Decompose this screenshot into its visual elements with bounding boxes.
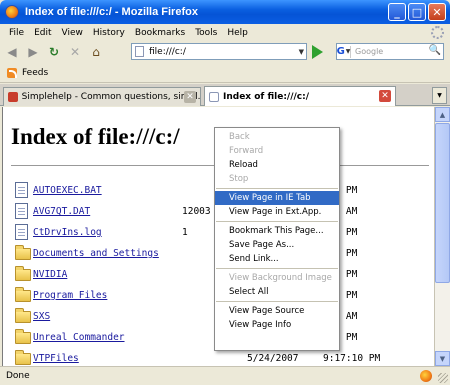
entry-link[interactable]: AUTOEXEC.BAT [33, 185, 102, 196]
google-engine-icon[interactable]: G ▼ [336, 45, 351, 58]
feed-icon [7, 67, 17, 78]
url-dropdown-icon[interactable]: ▼ [299, 48, 304, 56]
tab-favicon-icon [209, 91, 219, 102]
menu-separator [216, 268, 338, 269]
forward-button[interactable]: ▶ [24, 43, 42, 61]
page-title: Index of file:///c:/ [11, 124, 180, 149]
entry-link[interactable]: VTPFiles [33, 353, 79, 364]
tab-list-button[interactable]: ▼ [432, 87, 447, 104]
tab-index-c[interactable]: Index of file:///c:/ ✕ [204, 86, 396, 106]
entry-link[interactable]: AVG7QT.DAT [33, 206, 90, 217]
vertical-scrollbar[interactable]: ▲ ▼ [434, 107, 450, 366]
list-item: VTPFiles 5/24/2007 9:17:10 PM [15, 350, 434, 366]
ctx-select-all[interactable]: Select All [215, 285, 339, 299]
search-icon[interactable]: 🔍 [429, 45, 441, 56]
scroll-thumb[interactable] [435, 123, 450, 283]
ctx-reload[interactable]: Reload [215, 158, 339, 172]
entry-time: 9:17:10 PM [323, 353, 381, 364]
folder-icon [15, 245, 31, 260]
ctx-save-page-as[interactable]: Save Page As... [215, 238, 339, 252]
scroll-up-button[interactable]: ▲ [435, 107, 450, 122]
tab-label: Simplehelp - Common questions, simpl... [21, 92, 200, 102]
throbber-icon [431, 26, 444, 39]
ctx-stop: Stop [229, 174, 249, 184]
stop-button[interactable]: ✕ [66, 43, 84, 61]
title-bar: Index of file:///c:/ - Mozilla Firefox _… [0, 0, 450, 24]
ctx-view-in-ie-tab[interactable]: View Page in IE Tab [215, 191, 339, 205]
ctx-back: Back [229, 132, 250, 142]
feeds-bookmark[interactable]: Feeds [22, 68, 48, 78]
tab-close-icon[interactable]: ✕ [379, 90, 391, 102]
entry-link[interactable]: SXS [33, 311, 50, 322]
entry-link[interactable]: Documents and Settings [33, 248, 159, 259]
back-button[interactable]: ◀ [3, 43, 21, 61]
file-icon [15, 224, 28, 240]
go-button[interactable] [312, 45, 323, 59]
menu-separator [216, 301, 338, 302]
status-text: Done [6, 371, 30, 381]
entry-size: 12003 [182, 206, 211, 217]
menu-separator [216, 188, 338, 189]
window-title: Index of file:///c:/ - Mozilla Firefox [25, 6, 198, 18]
entry-link[interactable]: Unreal Commander [33, 332, 125, 343]
entry-link[interactable]: NVIDIA [33, 269, 67, 280]
home-button[interactable]: ⌂ [87, 43, 105, 61]
search-input[interactable]: Google [355, 47, 383, 56]
page-icon [135, 46, 144, 57]
window-controls: _ □ ✕ [388, 3, 446, 21]
menu-help[interactable]: Help [222, 28, 253, 38]
context-menu: Back Forward Reload Stop View Page in IE… [214, 127, 340, 351]
folder-icon [15, 266, 31, 281]
entry-size: 1 [182, 227, 188, 238]
menu-history[interactable]: History [88, 28, 130, 38]
menu-bar: File Edit View History Bookmarks Tools H… [0, 24, 450, 41]
ctx-send-link[interactable]: Send Link... [215, 252, 339, 266]
menu-edit[interactable]: Edit [29, 28, 56, 38]
entry-link[interactable]: CtDrvIns.log [33, 227, 102, 238]
tab-close-icon[interactable]: ✕ [184, 91, 196, 103]
menu-view[interactable]: View [57, 28, 88, 38]
ctx-view-background-image: View Background Image [229, 273, 332, 283]
ctx-forward: Forward [229, 146, 264, 156]
tab-label: Index of file:///c:/ [223, 91, 310, 102]
file-icon [15, 182, 28, 198]
folder-icon [15, 329, 31, 344]
url-text[interactable]: file:///c:/ [149, 47, 186, 57]
folder-icon [15, 287, 31, 302]
firefox-logo-icon [5, 5, 19, 19]
search-box[interactable]: G ▼ Google 🔍 [336, 43, 444, 60]
ctx-bookmark-page[interactable]: Bookmark This Page... [215, 224, 339, 238]
tab-bar: Simplehelp - Common questions, simpl... … [0, 84, 450, 106]
menu-separator [216, 221, 338, 222]
navigation-toolbar: ◀ ▶ ↻ ✕ ⌂ file:///c:/ ▼ G ▼ Google 🔍 [0, 41, 450, 63]
tab-simplehelp[interactable]: Simplehelp - Common questions, simpl... … [3, 87, 201, 106]
firefox-status-icon [420, 370, 432, 382]
ctx-view-page-source[interactable]: View Page Source [215, 304, 339, 318]
entry-date: 5/24/2007 [247, 353, 299, 364]
close-button[interactable]: ✕ [428, 3, 446, 21]
maximize-button[interactable]: □ [408, 3, 426, 21]
reload-button[interactable]: ↻ [45, 43, 63, 61]
ctx-view-in-ext-app[interactable]: View Page in Ext.App. [215, 205, 339, 219]
bookmarks-toolbar: Feeds [0, 63, 450, 83]
resize-grip[interactable] [438, 373, 448, 383]
folder-icon [15, 308, 31, 323]
url-bar[interactable]: file:///c:/ ▼ [131, 43, 307, 60]
status-bar: Done [0, 366, 450, 385]
minimize-button[interactable]: _ [388, 3, 406, 21]
scroll-down-button[interactable]: ▼ [435, 351, 450, 366]
menu-file[interactable]: File [4, 28, 29, 38]
engine-letter: G [336, 46, 345, 57]
tab-favicon-icon [8, 92, 18, 102]
ctx-view-page-info[interactable]: View Page Info [215, 318, 339, 332]
engine-dropdown-icon: ▼ [345, 48, 351, 55]
menu-bookmarks[interactable]: Bookmarks [130, 28, 190, 38]
folder-icon [15, 350, 31, 365]
file-icon [15, 203, 28, 219]
menu-tools[interactable]: Tools [190, 28, 222, 38]
entry-link[interactable]: Program Files [33, 290, 107, 301]
